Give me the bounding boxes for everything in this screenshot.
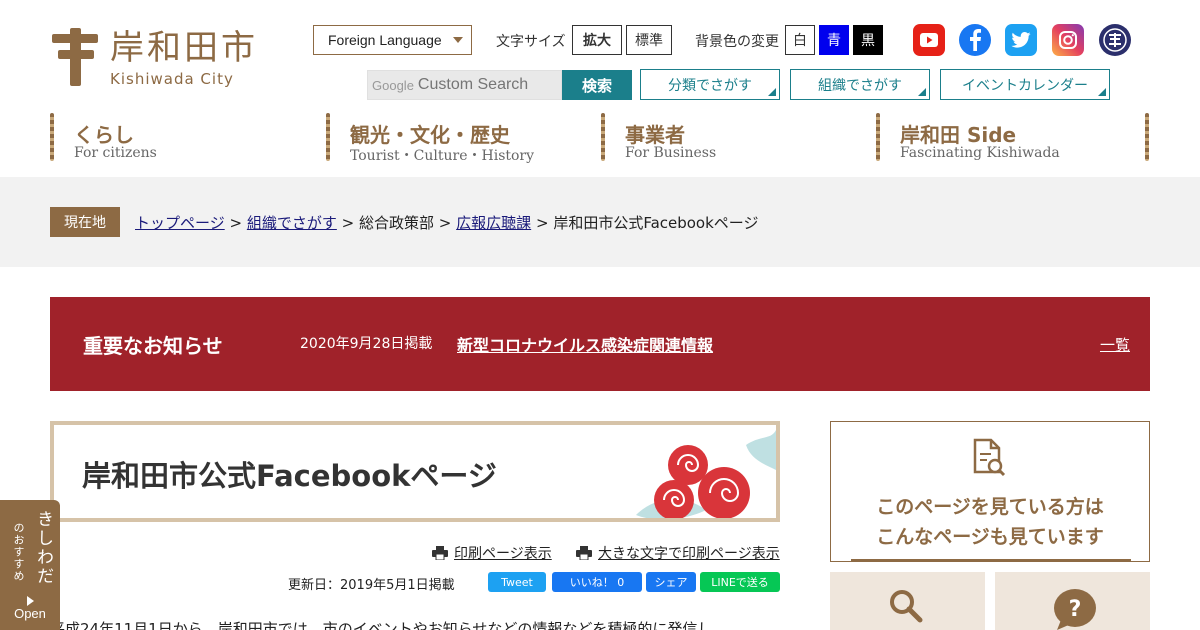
twitter-icon[interactable] [1005, 24, 1037, 56]
faq-tile[interactable]: ? [995, 572, 1150, 630]
text-size-label: 文字サイズ [496, 34, 566, 50]
facebook-like-button[interactable]: いいね！ 0 [552, 572, 642, 592]
related-line-2: こんなページも見ています [876, 526, 1104, 548]
document-search-icon [973, 438, 1006, 477]
sidetab-subtitle: のおすすめ [12, 522, 25, 582]
sidetab-open-label: Open [14, 606, 46, 621]
notice-list-link[interactable]: 一覧 [1100, 334, 1130, 355]
corner-triangle-icon [918, 88, 926, 96]
breadcrumb-area: 現在地 トップページ > 組織でさがす > 総合政策部 > 広報広聴課 > 岸和… [0, 177, 1200, 267]
search-by-category-label: 分類でさがす [668, 77, 752, 94]
gnav-label-en: Fascinating Kishiwada [900, 145, 1060, 161]
event-calendar-button[interactable]: イベントカレンダー [940, 69, 1110, 100]
city-logo[interactable]: 岸和田市 Kishiwada City [52, 28, 258, 88]
search-tile[interactable] [830, 572, 985, 630]
google-label: Google [372, 77, 414, 93]
chevron-down-icon [453, 37, 463, 43]
city-emblem-icon [52, 28, 102, 86]
instagram-icon[interactable] [1052, 24, 1084, 56]
gnav-label-ja: 事業者 [625, 123, 685, 147]
page-title-box: 岸和田市公式Facebookページ [50, 421, 780, 522]
rope-divider [1145, 113, 1149, 161]
bg-color-label: 背景色の変更 [695, 34, 779, 50]
related-pages-box[interactable]: このページを見ている方は こんなページも見ています [830, 421, 1150, 562]
gnav-label-ja: 岸和田 Side [900, 123, 1017, 147]
breadcrumb-link-organization[interactable]: 組織でさがす [247, 214, 337, 232]
breadcrumb-link-top[interactable]: トップページ [135, 214, 225, 232]
related-line-1: このページを見ている方は [876, 496, 1104, 518]
recommend-side-tab[interactable]: きしわだ のおすすめ Open [0, 500, 60, 630]
logo-title: 岸和田市 [110, 28, 258, 68]
youtube-icon[interactable] [913, 24, 945, 56]
site-search: Google [367, 70, 562, 100]
gnav-label-en: For citizens [74, 145, 157, 161]
body-paragraph: 平成24年11月1日から、岸和田市では、市のイベントやお知らせなどの情報などを積… [50, 620, 713, 630]
search-input[interactable] [417, 76, 558, 94]
breadcrumb-separator: > [438, 214, 452, 232]
breadcrumb-link-pr-division[interactable]: 広報広聴課 [456, 214, 531, 232]
printer-icon [432, 546, 448, 560]
rope-divider [601, 113, 605, 161]
breadcrumb: トップページ > 組織でさがす > 総合政策部 > 広報広聴課 > 岸和田市公式… [135, 212, 759, 233]
search-button[interactable]: 検索 [562, 70, 632, 100]
tweet-button[interactable]: Tweet [488, 572, 546, 592]
sidetab-title: きしわだ [33, 510, 53, 586]
rope-divider [876, 113, 880, 161]
logo-subtitle: Kishiwada City [110, 70, 234, 88]
site-header: 岸和田市 Kishiwada City Foreign Language 文字サ… [0, 0, 1200, 177]
event-calendar-label: イベントカレンダー [962, 77, 1088, 94]
current-location-label: 現在地 [50, 207, 120, 237]
breadcrumb-separator: > [229, 214, 243, 232]
print-page-label: 印刷ページ表示 [454, 546, 552, 562]
language-select-label: Foreign Language [328, 32, 442, 48]
print-page-link[interactable]: 印刷ページ表示 [432, 543, 552, 563]
breadcrumb-separator: > [535, 214, 549, 232]
print-large-label: 大きな文字で印刷ページ表示 [598, 546, 780, 562]
bg-white-button[interactable]: 白 [785, 25, 815, 55]
bg-black-button[interactable]: 黒 [853, 25, 883, 55]
update-date: 更新日：2019年5月1日掲載 [288, 578, 455, 593]
text-size-large-button[interactable]: 拡大 [572, 25, 622, 55]
line-share-button[interactable]: LINEで送る [700, 572, 780, 592]
breadcrumb-department: 総合政策部 [359, 214, 435, 232]
important-notice: 重要なお知らせ 2020年9月28日掲載 新型コロナウイルス感染症関連情報 一覧 [50, 297, 1150, 391]
gnav-label-en: Tourist・Culture・History [350, 148, 535, 164]
breadcrumb-current: 岸和田市公式Facebookページ [553, 214, 759, 232]
city-app-icon[interactable] [1099, 24, 1131, 56]
notice-covid-link[interactable]: 新型コロナウイルス感染症関連情報 [457, 332, 713, 356]
facebook-share-button[interactable]: シェア [646, 572, 696, 592]
play-arrow-icon [27, 596, 34, 606]
rope-divider [50, 113, 54, 161]
facebook-icon[interactable] [959, 24, 991, 56]
search-by-organization-button[interactable]: 組織でさがす [790, 69, 930, 100]
search-by-organization-label: 組織でさがす [818, 77, 902, 94]
question-bubble-icon: ? [1054, 589, 1096, 630]
text-size-standard-button[interactable]: 標準 [626, 25, 672, 55]
printer-icon [576, 546, 592, 560]
print-large-link[interactable]: 大きな文字で印刷ページ表示 [576, 543, 780, 563]
notice-date: 2020年9月28日掲載 [300, 336, 433, 352]
gnav-label-en: For Business [625, 145, 717, 161]
language-select[interactable]: Foreign Language [313, 25, 472, 55]
related-underline [851, 559, 1131, 561]
bg-blue-button[interactable]: 青 [819, 25, 849, 55]
svg-text:?: ? [1069, 597, 1082, 622]
rope-divider [326, 113, 330, 161]
notice-title: 重要なお知らせ [83, 334, 223, 358]
roses-decoration-icon [636, 430, 776, 518]
gnav-label-ja: 観光・文化・歴史 [350, 123, 510, 147]
search-by-category-button[interactable]: 分類でさがす [640, 69, 780, 100]
corner-triangle-icon [1098, 88, 1106, 96]
search-icon [890, 590, 923, 623]
page-title: 岸和田市公式Facebookページ [82, 459, 497, 493]
gnav-label-ja: くらし [74, 123, 134, 147]
breadcrumb-separator: > [341, 214, 355, 232]
corner-triangle-icon [768, 88, 776, 96]
